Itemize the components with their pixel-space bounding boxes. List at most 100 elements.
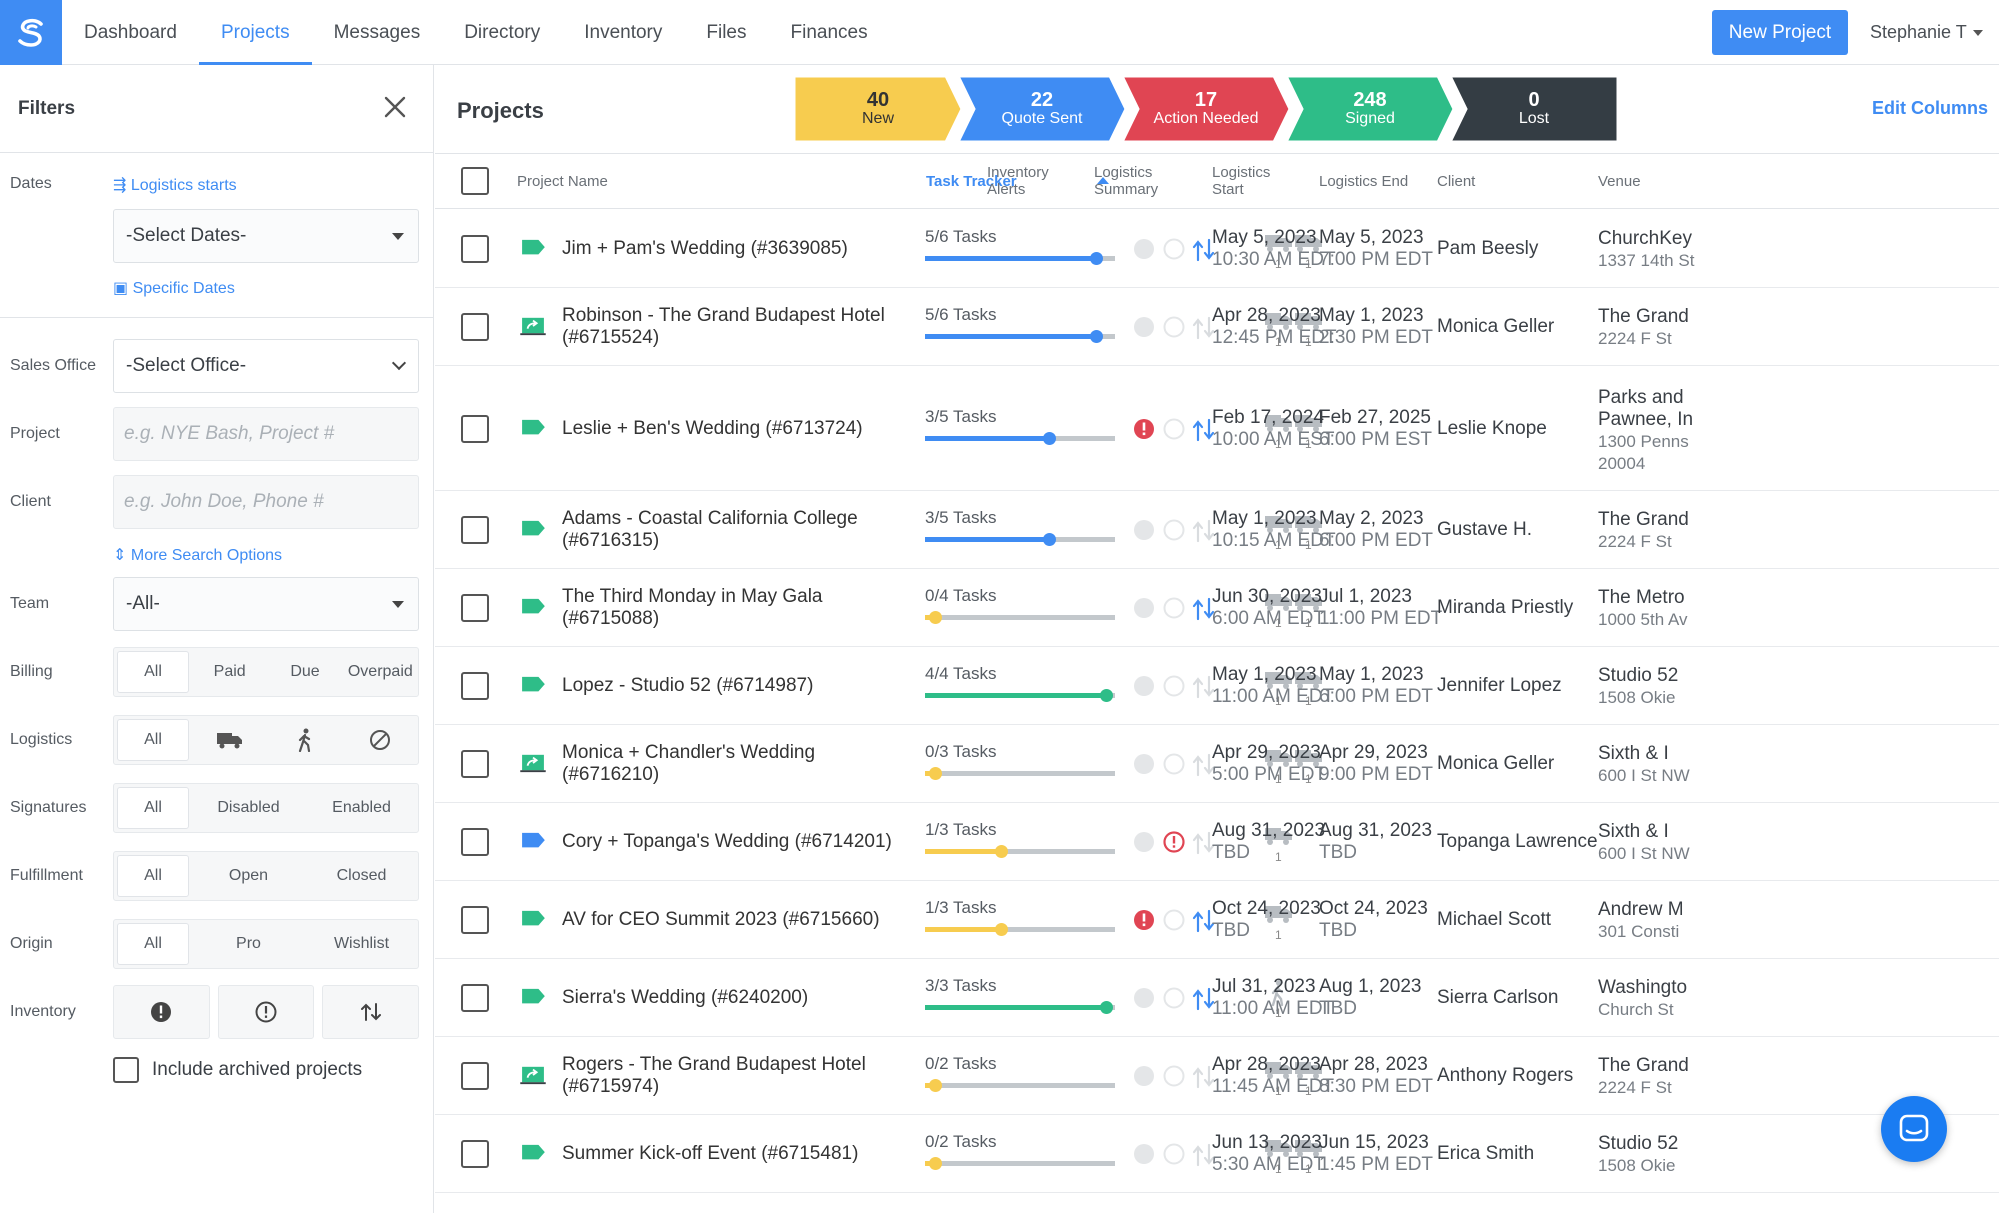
team-select[interactable]: -All- (113, 577, 419, 631)
col-venue[interactable]: Venue (1598, 173, 1641, 190)
client-name[interactable]: Sierra Carlson (1437, 987, 1558, 1009)
inventory-alert-icons[interactable] (1131, 416, 1221, 442)
client-search-input[interactable]: e.g. John Doe, Phone # (113, 475, 419, 529)
col-client[interactable]: Client (1437, 173, 1475, 190)
more-search-options-link[interactable]: ⇕ More Search Options (113, 545, 282, 565)
venue[interactable]: The Grand 2224 F St (1598, 1055, 1999, 1099)
inventory-alert-icons[interactable] (1131, 1141, 1221, 1167)
inventory-alert-icons[interactable] (1131, 517, 1221, 543)
col-logistics-end[interactable]: Logistics End (1319, 173, 1408, 190)
client-name[interactable]: Erica Smith (1437, 1143, 1534, 1165)
dates-select[interactable]: -Select Dates- (113, 209, 419, 263)
billing-overpaid[interactable]: Overpaid (343, 648, 418, 696)
inventory-alert-icons[interactable] (1131, 595, 1221, 621)
logistics-none[interactable] (343, 716, 418, 764)
signatures-disabled[interactable]: Disabled (192, 784, 305, 832)
col-logistics-start[interactable]: Logistics (1212, 164, 1270, 181)
row-checkbox[interactable] (461, 594, 489, 622)
table-row[interactable]: Leslie + Ben's Wedding (#6713724) 3/5 Tas… (435, 366, 1999, 491)
billing-all[interactable]: All (117, 651, 189, 693)
project-name-link[interactable]: Leslie + Ben's Wedding (#6713724) (562, 418, 902, 440)
project-name-link[interactable]: Adams - Coastal California College (#671… (562, 508, 902, 552)
col-logistics-summary[interactable]: Logistics (1094, 164, 1152, 181)
project-name-link[interactable]: Rogers - The Grand Budapest Hotel (#6715… (562, 1054, 902, 1098)
inventory-sync[interactable] (322, 985, 420, 1039)
chat-launcher[interactable] (1881, 1096, 1947, 1162)
row-checkbox[interactable] (461, 1062, 489, 1090)
inventory-alert-icons[interactable] (1131, 314, 1221, 340)
row-checkbox[interactable] (461, 750, 489, 778)
project-name-link[interactable]: Summer Kick-off Event (#6715481) (562, 1143, 902, 1165)
project-name-link[interactable]: Jim + Pam's Wedding (#3639085) (562, 238, 902, 260)
row-checkbox[interactable] (461, 906, 489, 934)
inventory-alert-icons[interactable] (1131, 236, 1221, 262)
project-name-link[interactable]: Lopez - Studio 52 (#6714987) (562, 675, 902, 697)
client-name[interactable]: Michael Scott (1437, 909, 1551, 931)
fulfillment-closed[interactable]: Closed (305, 852, 418, 900)
specific-dates-link[interactable]: ▣ Specific Dates (113, 278, 235, 298)
table-row[interactable]: Adams - Coastal California College (#671… (435, 491, 1999, 569)
client-name[interactable]: Topanga Lawrence (1437, 831, 1598, 853)
client-name[interactable]: Anthony Rogers (1437, 1065, 1573, 1087)
project-name-link[interactable]: Monica + Chandler's Wedding (#6716210) (562, 742, 902, 786)
origin-pro[interactable]: Pro (192, 920, 305, 968)
signatures-all[interactable]: All (117, 787, 189, 829)
row-checkbox[interactable] (461, 414, 489, 443)
sales-office-select[interactable]: -Select Office- (113, 339, 419, 393)
table-row[interactable]: AV for CEO Summit 2023 (#6715660) 1/3 Tas… (435, 881, 1999, 959)
logistics-all[interactable]: All (117, 719, 189, 761)
inventory-alert-icons[interactable] (1131, 829, 1221, 855)
tab-messages[interactable]: Messages (312, 0, 443, 65)
include-archived-checkbox[interactable] (113, 1057, 139, 1083)
row-checkbox[interactable] (461, 1140, 489, 1168)
project-name-link[interactable]: Sierra's Wedding (#6240200) (562, 987, 902, 1009)
table-row[interactable]: Jim + Pam's Wedding (#3639085) 5/6 Tasks 1… (435, 210, 1999, 288)
billing-paid[interactable]: Paid (192, 648, 267, 696)
tab-dashboard[interactable]: Dashboard (62, 0, 199, 65)
table-row[interactable]: Robinson - The Grand Budapest Hotel (#67… (435, 288, 1999, 366)
table-row[interactable]: Monica + Chandler's Wedding (#6716210) 0/… (435, 725, 1999, 803)
stage-label-quote-sent[interactable]: 22 Quote Sent (962, 76, 1122, 142)
edit-columns-link[interactable]: Edit Columns (1872, 98, 1988, 119)
venue[interactable]: Parks and Pawnee, In 1300 Penns 20004 (1598, 387, 1999, 475)
table-row[interactable]: Sierra's Wedding (#6240200) 3/3 Tasks 1 Jul… (435, 959, 1999, 1037)
stage-label-lost[interactable]: 0 Lost (1454, 76, 1614, 142)
venue[interactable]: The Grand 2224 F St (1598, 306, 1999, 350)
billing-due[interactable]: Due (267, 648, 342, 696)
select-all-checkbox[interactable] (461, 167, 489, 195)
close-icon[interactable] (382, 94, 408, 120)
origin-all[interactable]: All (117, 923, 189, 965)
row-checkbox[interactable] (461, 672, 489, 700)
table-row[interactable]: The Third Monday in May Gala (#6715088) 0… (435, 569, 1999, 647)
col-inventory-alerts[interactable]: Inventory (987, 164, 1049, 181)
client-name[interactable]: Gustave H. (1437, 519, 1532, 541)
tab-projects[interactable]: Projects (198, 0, 312, 65)
fulfillment-all[interactable]: All (117, 855, 189, 897)
row-checkbox[interactable] (461, 235, 489, 263)
table-row[interactable]: Rogers - The Grand Budapest Hotel (#6715… (435, 1037, 1999, 1115)
project-name-link[interactable]: Robinson - The Grand Budapest Hotel (#67… (562, 305, 902, 349)
origin-wishlist[interactable]: Wishlist (305, 920, 418, 968)
logo-icon[interactable] (0, 0, 62, 65)
logistics-walk[interactable] (267, 716, 342, 764)
inventory-critical[interactable] (113, 985, 210, 1039)
venue[interactable]: Andrew M 301 Consti (1598, 899, 1999, 943)
venue[interactable]: Washingto Church St (1598, 977, 1999, 1021)
stage-label-new[interactable]: 40 New (798, 76, 958, 142)
table-row[interactable]: Cory + Topanga's Wedding (#6714201) 1/3 T… (435, 803, 1999, 881)
new-project-button[interactable]: New Project (1712, 10, 1848, 55)
tab-inventory[interactable]: Inventory (562, 0, 684, 65)
stage-label-signed[interactable]: 248 Signed (1290, 76, 1450, 142)
logistics-starts-link[interactable]: ⇶ Logistics starts (113, 175, 237, 195)
client-name[interactable]: Leslie Knope (1437, 418, 1547, 440)
inventory-alert-icons[interactable] (1131, 985, 1221, 1011)
inventory-alert-icons[interactable] (1131, 673, 1221, 699)
venue[interactable]: The Grand 2224 F St (1598, 509, 1999, 553)
project-name-link[interactable]: Cory + Topanga's Wedding (#6714201) (562, 831, 902, 853)
fulfillment-open[interactable]: Open (192, 852, 305, 900)
client-name[interactable]: Jennifer Lopez (1437, 675, 1562, 697)
col-project-name[interactable]: Project Name (517, 173, 608, 190)
inventory-warning[interactable] (217, 985, 315, 1039)
venue[interactable]: Sixth & I 600 I St NW (1598, 743, 1999, 787)
project-search-input[interactable]: e.g. NYE Bash, Project # (113, 407, 419, 461)
